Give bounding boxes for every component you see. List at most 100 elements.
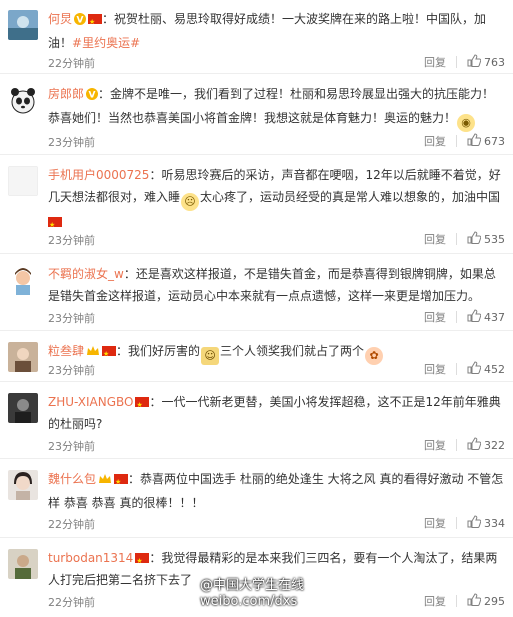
- comment-body: 何炅V：祝贺杜丽、易思玲取得好成绩！一大波奖牌在来的路上啦！中国队，加油！#里约…: [48, 8, 505, 54]
- avatar[interactable]: [8, 265, 38, 295]
- thumbs-up-icon[interactable]: [467, 361, 482, 377]
- thumbs-up-icon[interactable]: [467, 437, 482, 453]
- username-link[interactable]: 房郎郎: [48, 87, 84, 101]
- watermark-line: @中国大学生在线: [200, 578, 305, 593]
- comment-time: 22分钟前: [48, 596, 95, 609]
- thumbs-up-icon[interactable]: [467, 593, 482, 609]
- reply-button[interactable]: 回复: [424, 437, 446, 453]
- comment-item: 魏什么包：恭喜两位中国选手 杜丽的绝处逢生 大将之风 真的看得好激动 不管怎样 …: [0, 460, 513, 538]
- username-link[interactable]: ZHU-XIANGBO: [48, 395, 133, 409]
- comment-body: 手机用户0000725：听易思玲赛后的采访，声音都在哽咽，12年以后就睡不着觉，…: [48, 164, 505, 236]
- china-flag-icon: [88, 11, 103, 33]
- avatar[interactable]: [8, 10, 38, 40]
- member-crown-icon: [98, 470, 112, 492]
- avatar[interactable]: [8, 85, 38, 115]
- thumbs-up-icon[interactable]: [467, 515, 482, 531]
- reply-button[interactable]: 回复: [424, 593, 446, 609]
- comment-actions: 回复 535: [424, 231, 505, 247]
- like-count: 334: [484, 516, 505, 530]
- comment-item: 不羁的淑女_w：还是喜欢这样报道，不是错失首金，而是恭喜得到银牌铜牌，如果总是错…: [0, 255, 513, 331]
- comment-list: 何炅V：祝贺杜丽、易思玲取得好成绩！一大波奖牌在来的路上啦！中国队，加油！#里约…: [0, 0, 513, 617]
- verified-v-icon: V: [74, 10, 87, 32]
- china-flag-icon: [48, 214, 62, 236]
- china-flag-icon: [135, 550, 150, 572]
- comment-item: 手机用户0000725：听易思玲赛后的采访，声音都在哽咽，12年以后就睡不着觉，…: [0, 156, 513, 254]
- username-link[interactable]: 手机用户0000725: [48, 168, 149, 182]
- comment-time: 23分钟前: [48, 136, 95, 149]
- comment-text: 太心疼了，运动员经受的真是常人难以想象的，加油中国: [200, 190, 501, 204]
- comment-actions: 回复 295: [424, 593, 505, 609]
- comment-time: 22分钟前: [48, 57, 95, 70]
- verified-v-icon: V: [86, 85, 99, 107]
- avatar[interactable]: [8, 549, 38, 579]
- reply-button[interactable]: 回复: [424, 361, 446, 377]
- comment-body: 魏什么包：恭喜两位中国选手 杜丽的绝处逢生 大将之风 真的看得好激动 不管怎样 …: [48, 468, 505, 514]
- username-link[interactable]: 粒叁肆: [48, 344, 84, 358]
- emoji-icon: ☹: [181, 193, 200, 211]
- divider: [456, 56, 457, 68]
- watermark-line: weibo.com/dxs: [200, 594, 298, 609]
- topic-link[interactable]: #里约奥运#: [72, 36, 140, 50]
- svg-text:V: V: [89, 91, 96, 101]
- comment-time: 23分钟前: [48, 234, 95, 247]
- like-count: 437: [484, 310, 505, 324]
- comment-actions: 回复 673: [424, 133, 505, 149]
- username-link[interactable]: turbodan1314: [48, 551, 133, 565]
- divider: [456, 363, 457, 375]
- divider: [456, 439, 457, 451]
- reply-button[interactable]: 回复: [424, 54, 446, 70]
- comment-body: ZHU-XIANGBO：一代一代新老更替，美国小将发挥超稳，这不正是12年前年雅…: [48, 391, 505, 435]
- divider: [456, 595, 457, 607]
- thumbs-up-icon[interactable]: [467, 54, 482, 70]
- thumbs-up-icon[interactable]: [467, 231, 482, 247]
- comment-time: 23分钟前: [48, 312, 95, 325]
- china-flag-icon: [135, 394, 150, 416]
- avatar[interactable]: [8, 166, 38, 196]
- comment-time: 23分钟前: [48, 440, 95, 453]
- emoji-icon: ◉: [457, 114, 476, 132]
- comment-body: 房郎郎 V ：金牌不是唯一，我们看到了过程！杜丽和易思玲展显出强大的抗压能力！恭喜她…: [48, 83, 505, 132]
- thumbs-up-icon[interactable]: [467, 133, 482, 149]
- reply-button[interactable]: 回复: [424, 231, 446, 247]
- comment-text: 金牌不是唯一，我们看到了过程！杜丽和易思玲展显出强大的抗压能力！恭喜她们！当然也…: [48, 87, 495, 125]
- divider: [456, 517, 457, 529]
- divider: [456, 233, 457, 245]
- avatar[interactable]: [8, 342, 38, 372]
- comment-actions: 回复 334: [424, 515, 505, 531]
- divider: [456, 311, 457, 323]
- member-crown-icon: [86, 342, 100, 364]
- username-link[interactable]: 不羁的淑女_w: [48, 267, 124, 281]
- china-flag-icon: [114, 471, 129, 493]
- reply-button[interactable]: 回复: [424, 309, 446, 325]
- comment-actions: 回复 452: [424, 361, 505, 377]
- avatar[interactable]: [8, 393, 38, 423]
- china-flag-icon: [102, 343, 117, 365]
- watermark: @中国大学生在线 weibo.com/dxs: [200, 578, 304, 610]
- divider: [456, 135, 457, 147]
- username-link[interactable]: 魏什么包: [48, 472, 96, 486]
- comment-time: 22分钟前: [48, 518, 95, 531]
- comment-time: 23分钟前: [48, 364, 95, 377]
- comment-actions: 回复 763: [424, 54, 505, 70]
- like-count: 673: [484, 134, 505, 148]
- emoji-icon: ✿: [365, 347, 384, 365]
- comment-text: 我们好厉害的: [128, 344, 201, 358]
- like-count: 452: [484, 362, 505, 376]
- svg-text:V: V: [77, 16, 84, 26]
- comment-actions: 回复 322: [424, 437, 505, 453]
- comment-item: 粒叁肆：我们好厉害的☺三个人领奖我们就占了两个✿ 23分钟前 回复 452: [0, 332, 513, 382]
- reply-button[interactable]: 回复: [424, 515, 446, 531]
- avatar[interactable]: [8, 470, 38, 500]
- comment-actions: 回复 437: [424, 309, 505, 325]
- comment-item: 房郎郎 V ：金牌不是唯一，我们看到了过程！杜丽和易思玲展显出强大的抗压能力！恭喜她…: [0, 75, 513, 155]
- reply-button[interactable]: 回复: [424, 133, 446, 149]
- like-count: 295: [484, 594, 505, 608]
- emoji-icon: ☺: [201, 347, 220, 365]
- comment-item: 何炅V：祝贺杜丽、易思玲取得好成绩！一大波奖牌在来的路上啦！中国队，加油！#里约…: [0, 0, 513, 74]
- thumbs-up-icon[interactable]: [467, 309, 482, 325]
- comment-body: 不羁的淑女_w：还是喜欢这样报道，不是错失首金，而是恭喜得到银牌铜牌，如果总是错…: [48, 267, 496, 303]
- comment-item: ZHU-XIANGBO：一代一代新老更替，美国小将发挥超稳，这不正是12年前年雅…: [0, 383, 513, 459]
- username-link[interactable]: 何炅: [48, 12, 72, 26]
- like-count: 322: [484, 438, 505, 452]
- like-count: 763: [484, 55, 505, 69]
